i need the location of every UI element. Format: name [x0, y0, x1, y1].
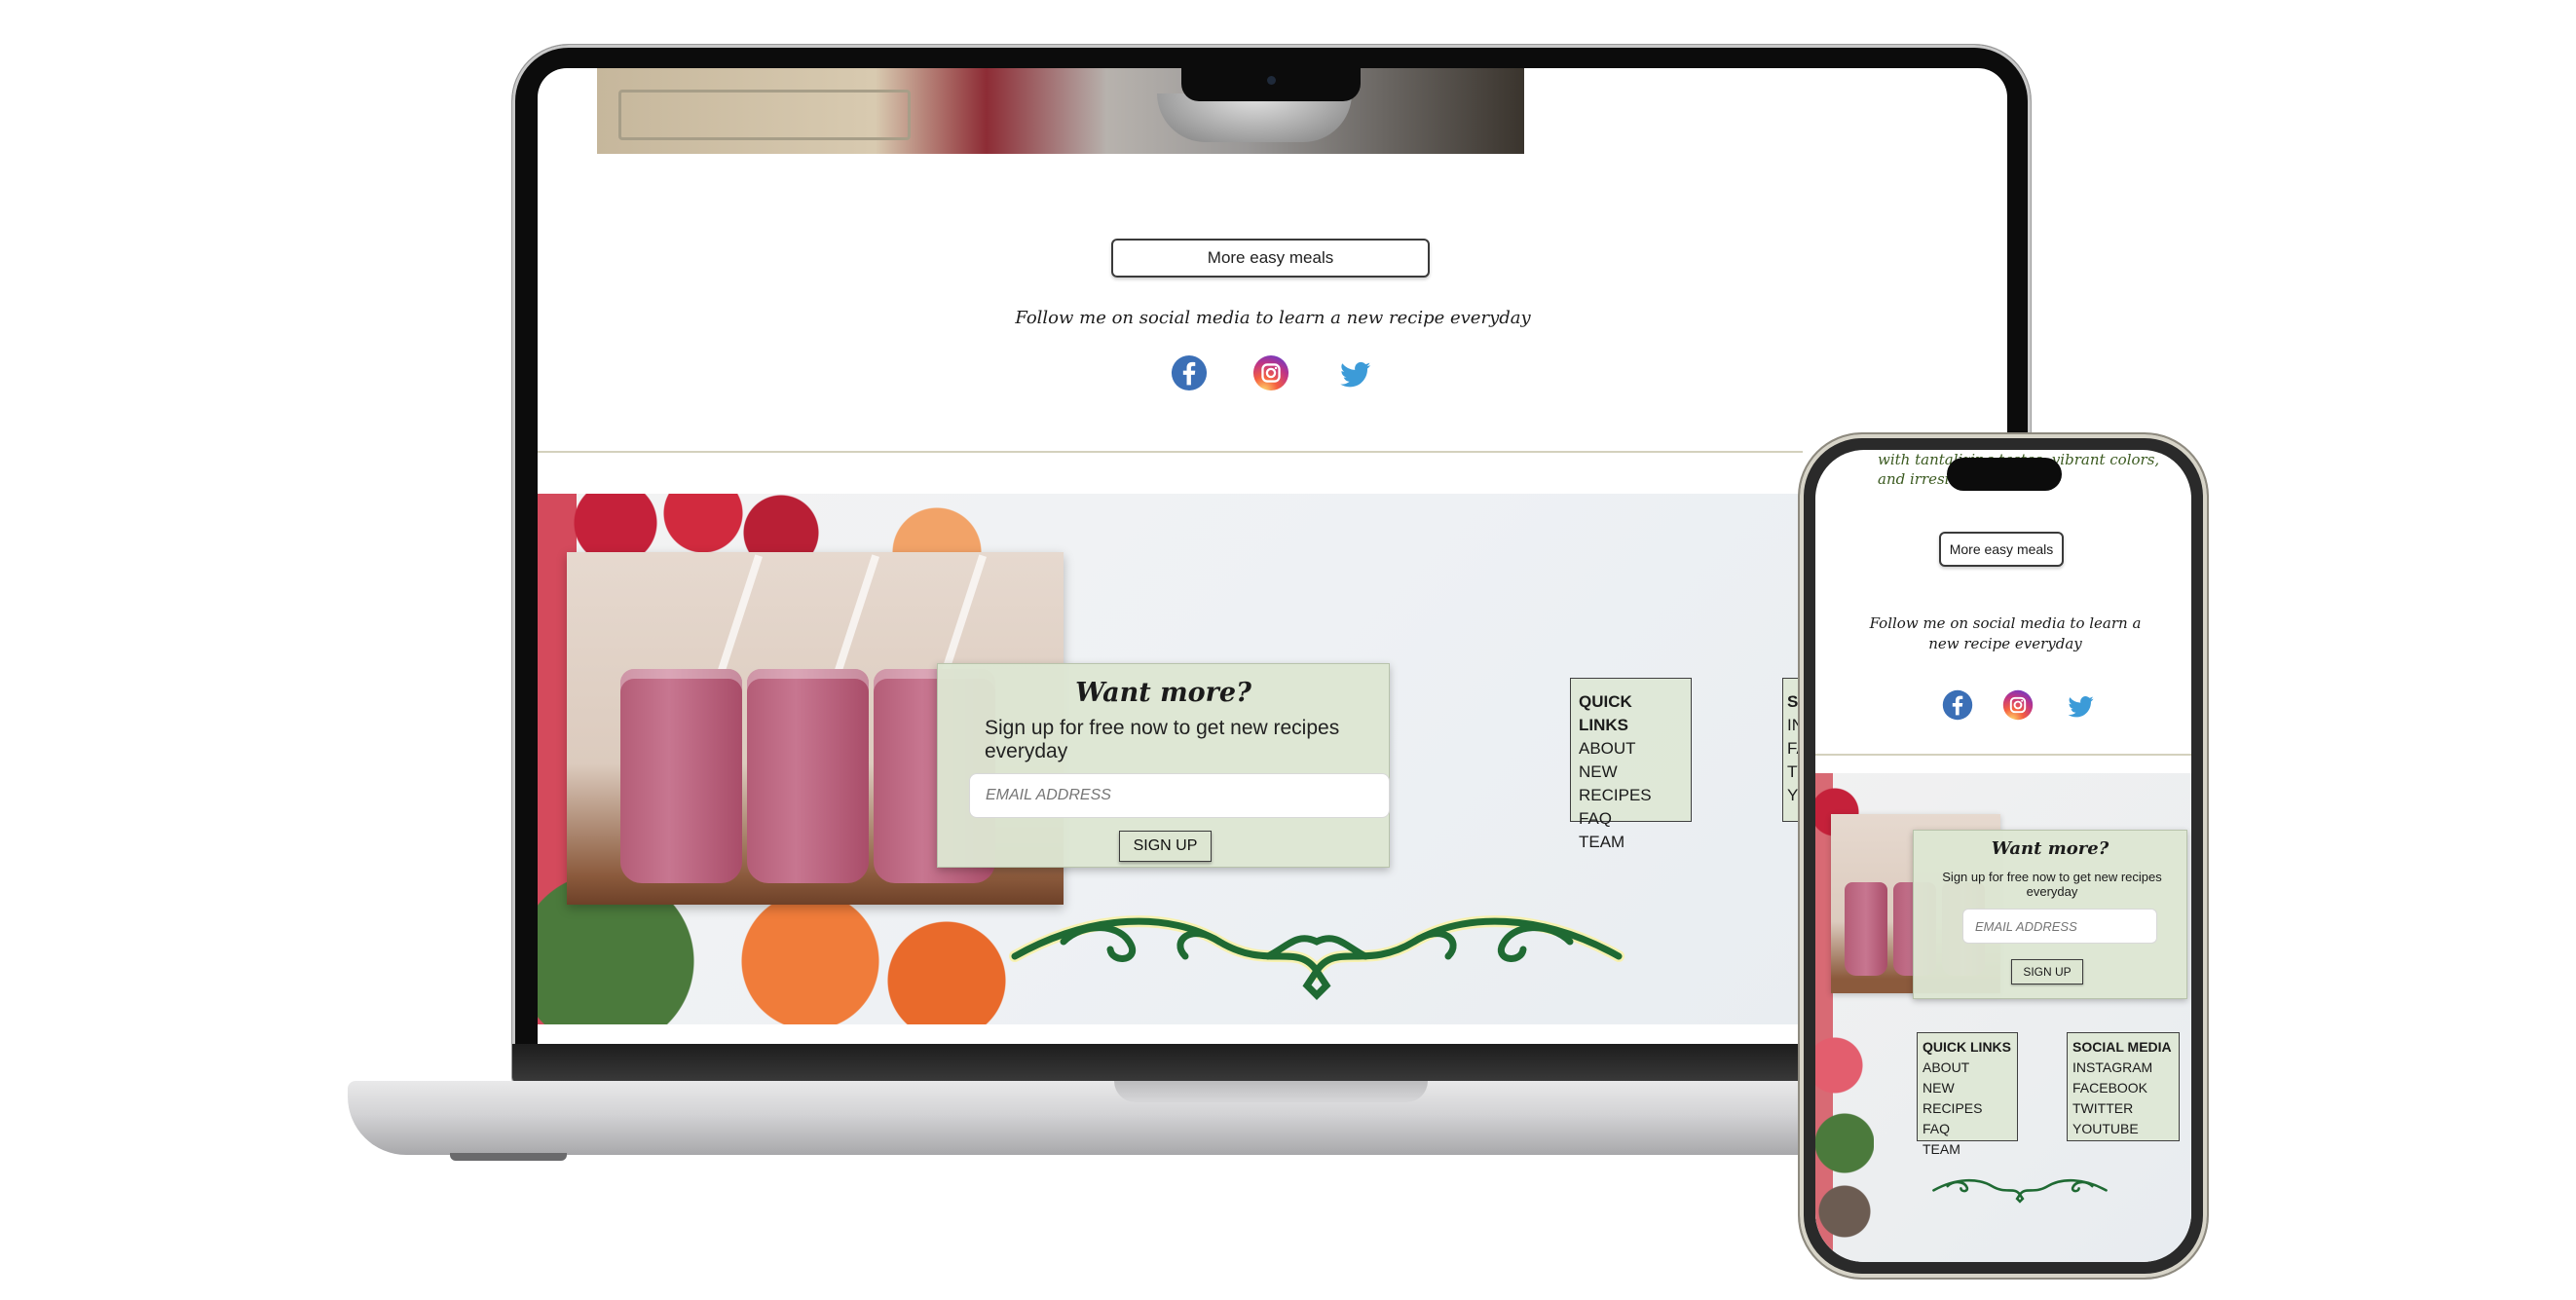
phone-flourish-ornament [1932, 1178, 2108, 1204]
phone-quick-link-faq[interactable]: FAQ [1923, 1119, 2012, 1139]
quick-link-team[interactable]: TEAM [1579, 831, 1683, 854]
phone-more-easy-meals-button[interactable]: More easy meals [1939, 532, 2064, 567]
phone-screen: with tantalizing tastes, vibrant colors,… [1815, 450, 2191, 1262]
laptop-base-notch [1114, 1081, 1428, 1102]
phone-quick-links-heading: QUICK LINKS [1923, 1039, 2011, 1055]
signup-subtitle: Sign up for free now to get new recipes … [985, 717, 1340, 762]
phone-signup-subtitle: Sign up for free now to get new recipes … [1942, 870, 2162, 899]
laptop-foot-left [450, 1153, 567, 1161]
follow-social-text: Follow me on social media to learn a new… [1015, 308, 1531, 328]
phone-section-divider [1815, 754, 2191, 756]
laptop-notch [1181, 68, 1361, 101]
quick-link-faq[interactable]: FAQ [1579, 807, 1683, 831]
phone-signup-title: Want more? [1991, 838, 2109, 859]
phone-quick-link-new-recipes[interactable]: NEW RECIPES [1923, 1078, 2012, 1119]
signup-card: Want more? Sign up for free now to get n… [937, 663, 1390, 868]
social-icons-row [1171, 353, 1385, 395]
phone-signup-button[interactable]: SIGN UP [2011, 959, 2083, 984]
signup-title: Want more? [1075, 678, 1251, 708]
phone-signup-card: Want more? Sign up for free now to get n… [1913, 830, 2187, 999]
phone-social-link-twitter[interactable]: TWITTER [2072, 1098, 2174, 1119]
phone-quick-link-team[interactable]: TEAM [1923, 1139, 2012, 1160]
laptop-screen: More easy meals Follow me on social medi… [538, 68, 2007, 1052]
phone-newsletter-footer: Want more? Sign up for free now to get n… [1815, 773, 2191, 1262]
phone-quick-links-box: QUICK LINKS ABOUT NEW RECIPES FAQ TEAM [1917, 1032, 2018, 1157]
twitter-icon[interactable] [1336, 356, 1373, 393]
twitter-icon[interactable] [2065, 691, 2096, 723]
phone-quick-link-about[interactable]: ABOUT [1923, 1058, 2012, 1078]
section-divider [538, 451, 1803, 453]
phone-email-input[interactable] [1962, 909, 2157, 944]
quick-link-new-recipes[interactable]: NEW RECIPES [1579, 761, 1683, 807]
quick-links-heading: QUICK LINKS [1579, 692, 1632, 734]
phone-social-link-facebook[interactable]: FACEBOOK [2072, 1078, 2174, 1098]
flourish-ornament [1009, 915, 1624, 1000]
phone-social-link-instagram[interactable]: INSTAGRAM [2072, 1058, 2174, 1078]
email-input[interactable] [969, 773, 1390, 818]
instagram-icon[interactable] [2002, 689, 2034, 721]
phone-follow-social-text: Follow me on social media to learn a new… [1869, 614, 2142, 652]
facebook-icon[interactable] [1171, 354, 1208, 391]
phone-social-media-box: SOCIAL MEDIA INSTAGRAM FACEBOOK TWITTER … [2067, 1032, 2180, 1141]
phone-social-link-youtube[interactable]: YOUTUBE [2072, 1119, 2174, 1139]
quick-link-about[interactable]: ABOUT [1579, 737, 1683, 761]
instagram-icon[interactable] [1252, 354, 1289, 391]
facebook-icon[interactable] [1942, 689, 1973, 721]
phone-social-media-heading: SOCIAL MEDIA [2072, 1039, 2172, 1055]
phone-dynamic-island [1947, 458, 2062, 491]
quick-links-box: QUICK LINKS ABOUT NEW RECIPES FAQ TEAM [1570, 678, 1692, 851]
hero-photo-bottom [597, 68, 1524, 154]
more-easy-meals-button[interactable]: More easy meals [1111, 239, 1430, 278]
phone-social-icons-row [1942, 689, 2094, 724]
signup-button[interactable]: SIGN UP [1119, 831, 1212, 862]
newsletter-footer: Want more? Sign up for free now to get n… [538, 494, 1803, 1024]
